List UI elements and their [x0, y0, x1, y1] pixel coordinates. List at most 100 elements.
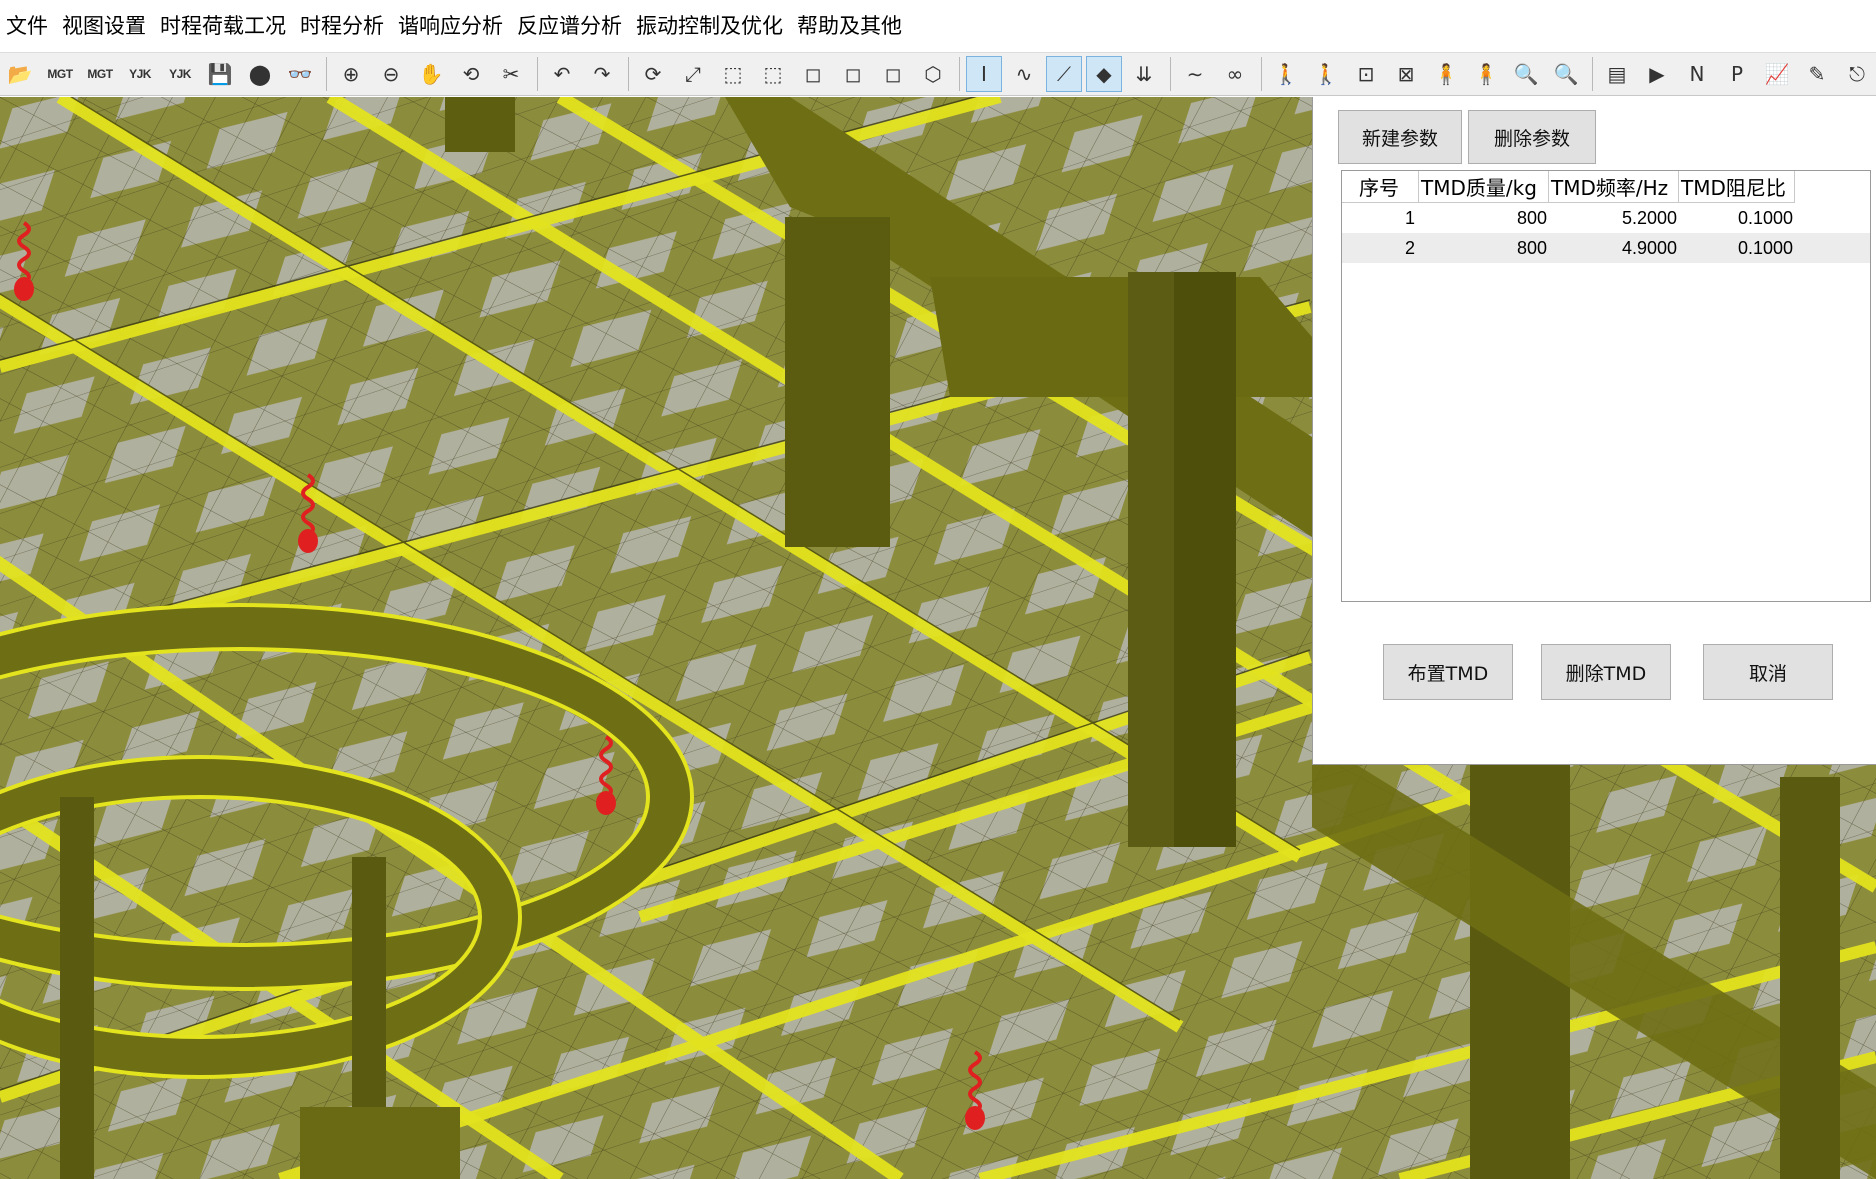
- delete-tmd-button[interactable]: 删除TMD: [1541, 644, 1671, 700]
- person-remove-button[interactable]: 🧍: [1468, 56, 1504, 92]
- select-element-button[interactable]: ⬚: [755, 56, 791, 92]
- select-node-button[interactable]: ⬚: [715, 56, 751, 92]
- plate-element-icon: ◆: [1096, 62, 1112, 86]
- refresh-model-icon: ⟳: [644, 62, 662, 86]
- clip-view-button[interactable]: ✂: [493, 56, 529, 92]
- pan-hand-button[interactable]: ✋: [413, 56, 449, 92]
- side-view-icon: ◻: [844, 62, 862, 86]
- n-letter-icon: N: [1689, 62, 1705, 86]
- search-remove-icon: 🔍: [1553, 62, 1579, 86]
- clip-view-icon: ✂: [502, 62, 520, 86]
- col-header-frequency[interactable]: TMD频率/Hz: [1549, 171, 1679, 203]
- node-red-button[interactable]: ⊠: [1388, 56, 1424, 92]
- top-view-button[interactable]: ◻: [875, 56, 911, 92]
- run-button[interactable]: ▶: [1639, 56, 1675, 92]
- chart-button[interactable]: 📈: [1759, 56, 1795, 92]
- run-icon: ▶: [1649, 62, 1665, 86]
- search-remove-button[interactable]: 🔍: [1548, 56, 1584, 92]
- cell-frequency[interactable]: 5.2000: [1549, 203, 1679, 233]
- menu-item-2[interactable]: 时程荷载工况: [154, 0, 294, 52]
- cell-damping[interactable]: 0.1000: [1679, 233, 1795, 263]
- fit-window-button[interactable]: ⤢: [675, 56, 711, 92]
- plate-element-button[interactable]: ◆: [1086, 56, 1122, 92]
- save-button[interactable]: 💾: [202, 56, 238, 92]
- cell-index: 1: [1404, 207, 1415, 228]
- zoom-out-icon: ⊖: [382, 62, 400, 86]
- menu-item-0[interactable]: 文件: [0, 0, 56, 52]
- load-arrows-button[interactable]: ⇊: [1126, 56, 1162, 92]
- table-row[interactable]: 1 800 5.2000 0.1000: [1342, 203, 1870, 233]
- undo-button[interactable]: ↶: [544, 56, 580, 92]
- col-header-index[interactable]: 序号: [1342, 171, 1419, 203]
- exit-button[interactable]: ⎋: [1839, 56, 1875, 92]
- menu-item-7[interactable]: 帮助及其他: [791, 0, 910, 52]
- iso-view-icon: ⬡: [924, 62, 942, 86]
- walker-remove-button[interactable]: 🚶: [1308, 56, 1344, 92]
- beam-section-icon: Ⅰ: [981, 62, 987, 86]
- table-row[interactable]: 2 800 4.9000 0.1000: [1342, 233, 1870, 263]
- glasses-view-button[interactable]: 👓: [282, 56, 318, 92]
- col-header-damping[interactable]: TMD阻尼比: [1679, 171, 1795, 203]
- iso-view-button[interactable]: ⬡: [915, 56, 951, 92]
- import-mgt-icon: MGT: [47, 67, 73, 81]
- person-add-icon: 🧍: [1433, 62, 1459, 86]
- toolbar-separator: [1592, 57, 1593, 91]
- zoom-in-button[interactable]: ⊕: [333, 56, 369, 92]
- export-mgt-button[interactable]: MGT: [82, 56, 118, 92]
- toolbar: 📂 MGT MGT YJK YJK 💾 ⬤ 👓 ⊕ ⊖ ✋ ⟲ ✂ ↶ ↷ ⟳ ⤢ ⬚ ⬚ ◻ ◻ ◻ ⬡ Ⅰ ∿ ⟋ ◆ ⇊ ∼ ∞ 🚶 🚶…: [0, 52, 1876, 96]
- toolbar-separator: [1170, 57, 1171, 91]
- line-element-button[interactable]: ⟋: [1046, 56, 1082, 92]
- fit-window-icon: ⤢: [685, 62, 701, 86]
- place-tmd-button[interactable]: 布置TMD: [1383, 644, 1513, 700]
- top-view-icon: ◻: [884, 62, 902, 86]
- menu-item-3[interactable]: 时程分析: [294, 0, 392, 52]
- search-add-button[interactable]: 🔍: [1508, 56, 1544, 92]
- walker-add-button[interactable]: 🚶: [1268, 56, 1304, 92]
- select-element-icon: ⬚: [763, 62, 783, 86]
- toolbar-separator: [537, 57, 538, 91]
- spring-link-button[interactable]: ∿: [1006, 56, 1042, 92]
- export-yjk-button[interactable]: YJK: [162, 56, 198, 92]
- node-person-button[interactable]: ⊡: [1348, 56, 1384, 92]
- redo-icon: ↷: [593, 62, 611, 86]
- open-folder-button[interactable]: 📂: [2, 56, 38, 92]
- wave-icon: ∼: [1186, 62, 1204, 86]
- front-view-button[interactable]: ◻: [795, 56, 831, 92]
- person-remove-icon: 🧍: [1473, 62, 1499, 86]
- cell-mass[interactable]: 800: [1419, 233, 1549, 263]
- wave-button[interactable]: ∼: [1177, 56, 1213, 92]
- person-add-button[interactable]: 🧍: [1428, 56, 1464, 92]
- tmd-dialog: 新建参数 删除参数 序号 TMD质量/kg TMD频率/Hz TMD阻尼比 1 …: [1312, 97, 1876, 765]
- p-letter-icon: P: [1730, 62, 1744, 86]
- menu-item-6[interactable]: 振动控制及优化: [630, 0, 791, 52]
- menu-item-5[interactable]: 反应谱分析: [511, 0, 630, 52]
- toolbar-separator: [628, 57, 629, 91]
- table-button[interactable]: ▤: [1599, 56, 1635, 92]
- side-view-button[interactable]: ◻: [835, 56, 871, 92]
- refresh-model-button[interactable]: ⟳: [635, 56, 671, 92]
- n-letter-button[interactable]: N: [1679, 56, 1715, 92]
- spring-link-icon: ∿: [1015, 62, 1033, 86]
- cell-index: 2: [1404, 237, 1415, 258]
- rotate-view-button[interactable]: ⟲: [453, 56, 489, 92]
- import-mgt-button[interactable]: MGT: [42, 56, 78, 92]
- render-shape-icon: ⬤: [248, 62, 272, 86]
- import-yjk-button[interactable]: YJK: [122, 56, 158, 92]
- menu-item-1[interactable]: 视图设置: [56, 0, 154, 52]
- render-shape-button[interactable]: ⬤: [242, 56, 278, 92]
- cancel-button[interactable]: 取消: [1703, 644, 1833, 700]
- col-header-mass[interactable]: TMD质量/kg: [1419, 171, 1549, 203]
- zoom-out-button[interactable]: ⊖: [373, 56, 409, 92]
- cell-frequency[interactable]: 4.9000: [1549, 233, 1679, 263]
- delete-param-button[interactable]: 删除参数: [1468, 110, 1596, 164]
- infinity-button[interactable]: ∞: [1217, 56, 1253, 92]
- beam-section-button[interactable]: Ⅰ: [966, 56, 1002, 92]
- edit-disabled-button[interactable]: ✎: [1799, 56, 1835, 92]
- tmd-param-table[interactable]: 序号 TMD质量/kg TMD频率/Hz TMD阻尼比 1 800 5.2000…: [1341, 170, 1871, 602]
- cell-damping[interactable]: 0.1000: [1679, 203, 1795, 233]
- redo-button[interactable]: ↷: [584, 56, 620, 92]
- menu-item-4[interactable]: 谐响应分析: [392, 0, 511, 52]
- new-param-button[interactable]: 新建参数: [1338, 110, 1462, 164]
- cell-mass[interactable]: 800: [1419, 203, 1549, 233]
- p-letter-button[interactable]: P: [1719, 56, 1755, 92]
